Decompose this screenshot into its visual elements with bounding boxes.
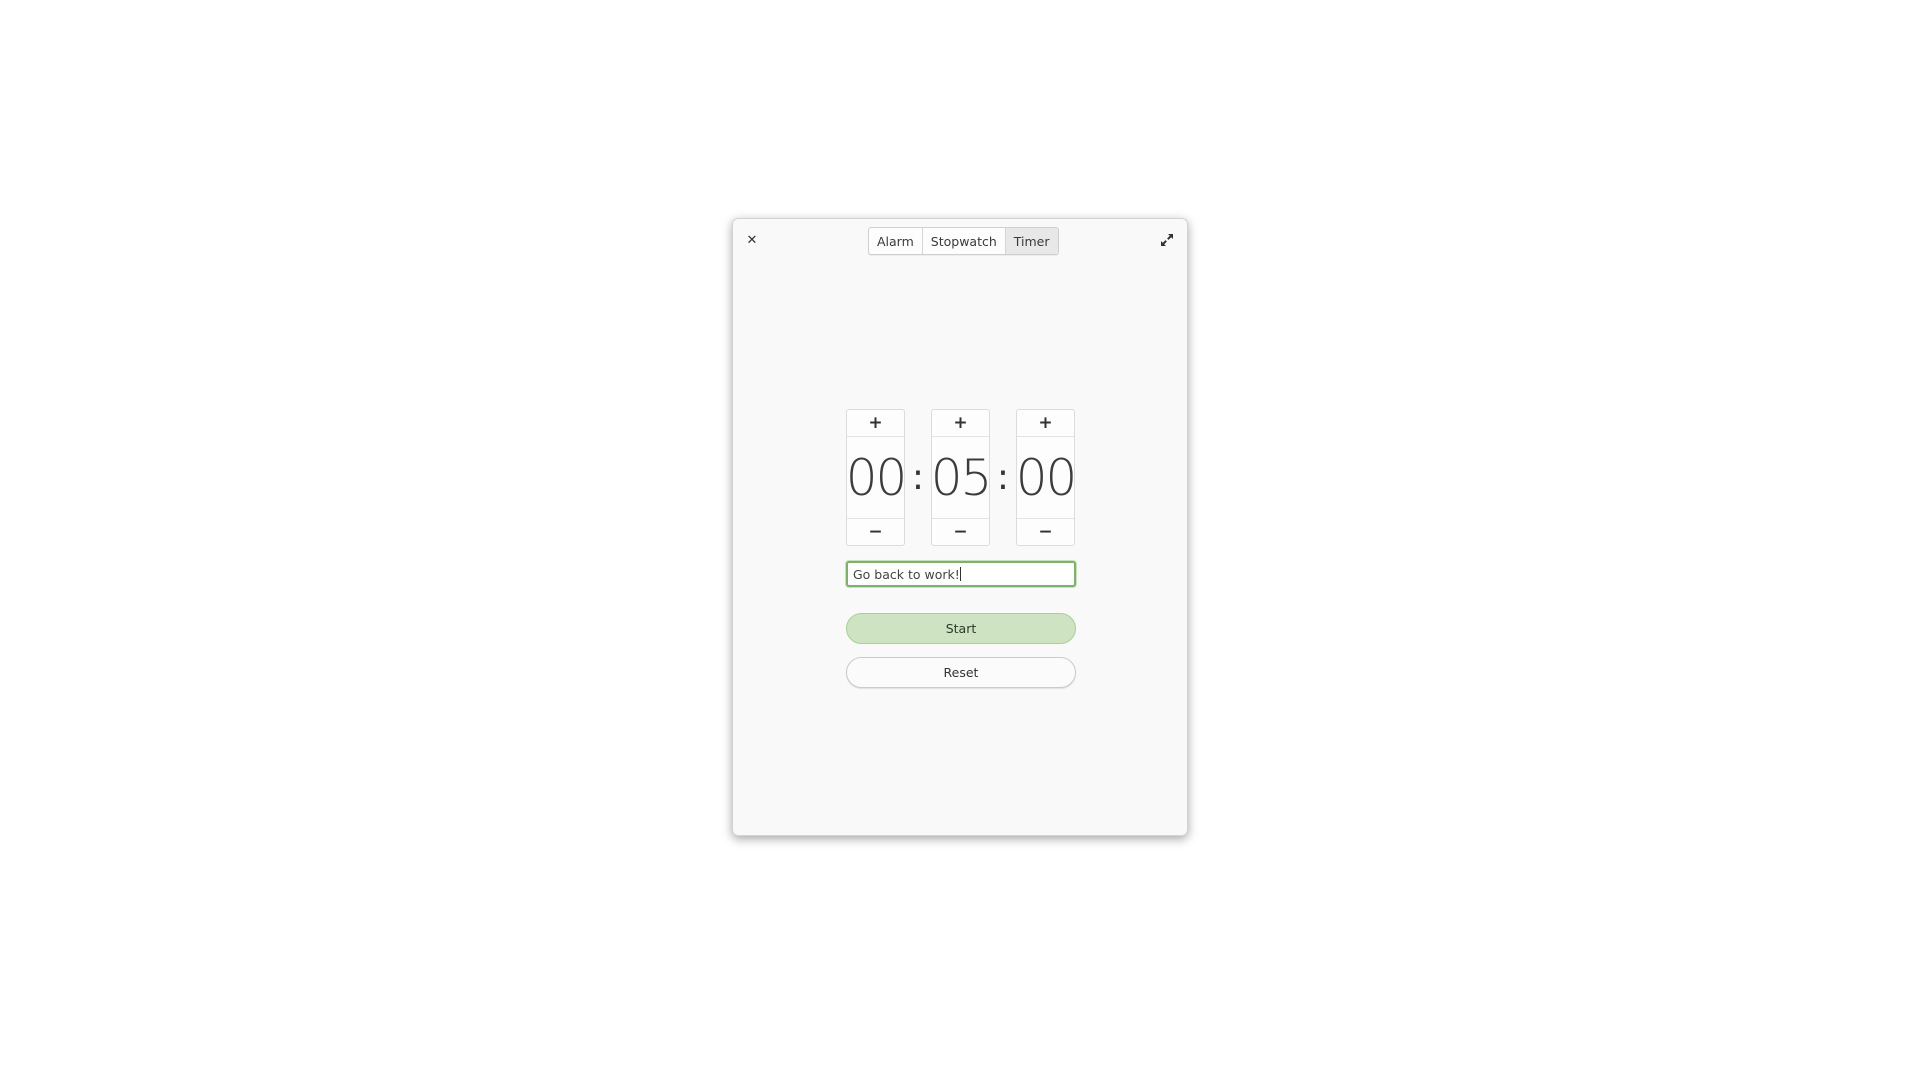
timer-spinners: + 00 − : + 05 − : + 00 − bbox=[846, 409, 1078, 546]
hours-increment-button[interactable]: + bbox=[847, 410, 904, 437]
hours-value[interactable]: 00 bbox=[846, 437, 908, 518]
start-button[interactable]: Start bbox=[846, 613, 1076, 644]
hours-spinner: + 00 − bbox=[846, 409, 908, 546]
seconds-value[interactable]: 00 bbox=[1016, 437, 1078, 518]
tab-stopwatch[interactable]: Stopwatch bbox=[923, 228, 1006, 254]
hours-decrement-button[interactable]: − bbox=[847, 518, 904, 545]
time-separator: : bbox=[911, 457, 925, 498]
seconds-decrement-button[interactable]: − bbox=[1017, 518, 1074, 545]
text-caret bbox=[959, 567, 961, 581]
minutes-decrement-button[interactable]: − bbox=[932, 518, 989, 545]
seconds-spinner: + 00 − bbox=[1016, 409, 1078, 546]
close-button[interactable]: ✕ bbox=[743, 231, 761, 249]
timer-message-input[interactable]: Go back to work! bbox=[846, 561, 1076, 587]
minutes-value[interactable]: 05 bbox=[931, 437, 993, 518]
minutes-increment-button[interactable]: + bbox=[932, 410, 989, 437]
tab-timer[interactable]: Timer bbox=[1005, 228, 1058, 254]
close-icon: ✕ bbox=[746, 232, 758, 248]
expand-icon bbox=[1161, 234, 1173, 246]
timer-message-text: Go back to work! bbox=[853, 566, 960, 582]
clocks-window: ✕ Alarm Stopwatch Timer + 00 − : + 05 − … bbox=[732, 218, 1188, 836]
mode-tabs: Alarm Stopwatch Timer bbox=[868, 227, 1059, 255]
time-separator: : bbox=[996, 457, 1010, 498]
minutes-spinner: + 05 − bbox=[931, 409, 993, 546]
expand-button[interactable] bbox=[1157, 230, 1177, 250]
tab-alarm[interactable]: Alarm bbox=[869, 228, 923, 254]
seconds-increment-button[interactable]: + bbox=[1017, 410, 1074, 437]
reset-button[interactable]: Reset bbox=[846, 657, 1076, 688]
